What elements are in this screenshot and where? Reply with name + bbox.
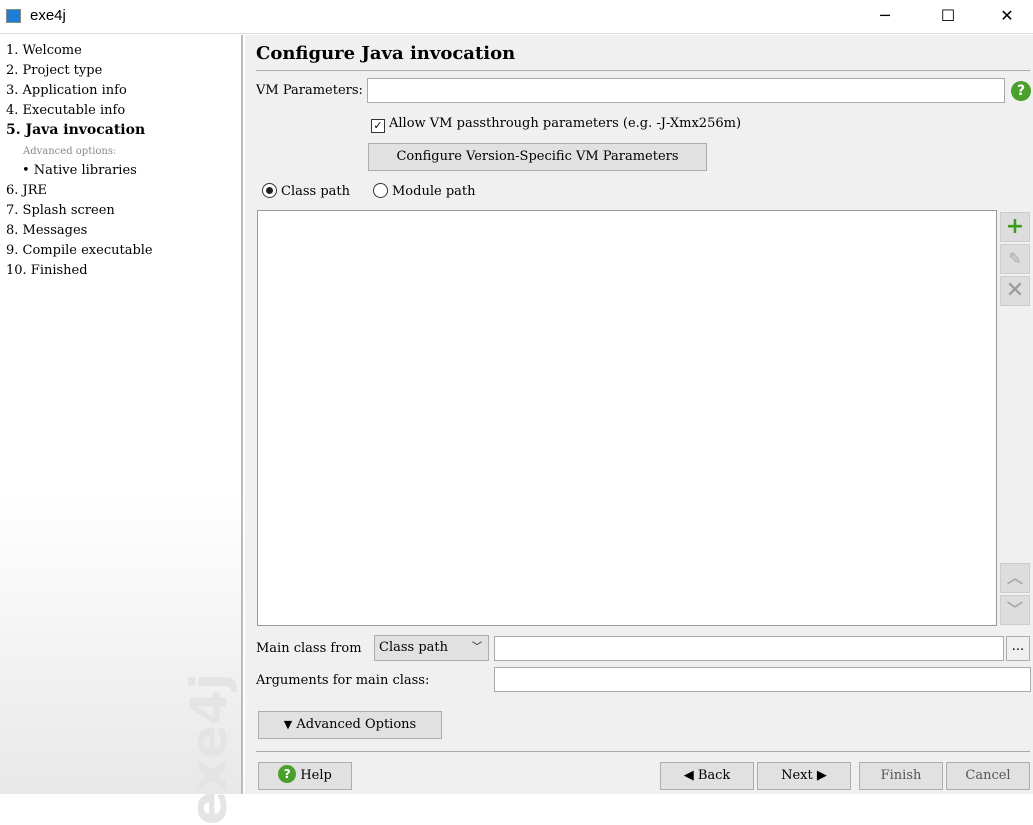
class-path-list[interactable] (257, 210, 997, 626)
browse-button[interactable]: ... (1006, 636, 1030, 661)
step-native-libraries[interactable]: • Native libraries (22, 163, 137, 178)
app-icon (6, 9, 21, 23)
chevron-down-icon: ﹀ (472, 642, 482, 653)
divider (256, 70, 1030, 71)
allow-passthrough-checkbox[interactable]: ✓ Allow VM passthrough parameters (e.g. -… (371, 116, 741, 133)
advanced-options-label: Advanced Options (296, 717, 417, 732)
move-up-icon[interactable]: ︿ (1000, 563, 1030, 593)
help-icon: ? (278, 765, 297, 783)
vm-parameters-label: VM Parameters: (256, 83, 363, 98)
next-button[interactable]: Next ▶ (757, 762, 851, 790)
help-button[interactable]: ? Help (258, 762, 352, 790)
maximize-button[interactable]: ☐ (933, 4, 963, 28)
step-java-invocation[interactable]: 5. Java invocation (6, 122, 145, 138)
help-label: Help (300, 768, 332, 783)
help-icon[interactable]: ? (1011, 81, 1031, 101)
back-label: Back (697, 768, 731, 783)
main-class-from-label: Main class from (256, 641, 362, 656)
vm-parameters-input[interactable] (367, 78, 1005, 103)
step-application-info[interactable]: 3. Application info (6, 83, 127, 98)
finish-button[interactable]: Finish (859, 762, 943, 790)
main-class-input[interactable] (494, 636, 1004, 661)
main-class-from-select[interactable]: Class path ﹀ (374, 635, 489, 661)
remove-icon[interactable]: ✕ (1000, 276, 1030, 306)
class-path-label: Class path (281, 184, 350, 199)
step-executable-info[interactable]: 4. Executable info (6, 103, 125, 118)
class-path-radio[interactable]: Class path (262, 183, 350, 199)
back-button[interactable]: ◀ Back (660, 762, 754, 790)
close-button[interactable]: ✕ (992, 4, 1022, 28)
checkbox-icon[interactable]: ✓ (371, 119, 385, 133)
page-title: Configure Java invocation (256, 43, 516, 64)
arguments-input[interactable] (494, 667, 1031, 692)
allow-passthrough-label: Allow VM passthrough parameters (e.g. -J… (389, 116, 742, 131)
triangle-left-icon: ◀ (683, 768, 694, 783)
main-panel: Configure Java invocation VM Parameters:… (245, 35, 1033, 794)
cancel-button[interactable]: Cancel (946, 762, 1030, 790)
triangle-down-icon: ▼ (283, 718, 293, 731)
step-compile-executable[interactable]: 9. Compile executable (6, 243, 153, 258)
step-jre[interactable]: 6. JRE (6, 183, 47, 198)
step-messages[interactable]: 8. Messages (6, 223, 87, 238)
step-splash-screen[interactable]: 7. Splash screen (6, 203, 115, 218)
radio-icon[interactable] (262, 183, 277, 198)
edit-icon[interactable]: ✎ (1000, 244, 1030, 274)
move-down-icon[interactable]: ﹀ (1000, 595, 1030, 625)
wizard-steps-sidebar: 1. Welcome 2. Project type 3. Applicatio… (0, 35, 243, 825)
step-finished[interactable]: 10. Finished (6, 263, 88, 278)
advanced-options-label: Advanced options: (23, 146, 117, 157)
arguments-label: Arguments for main class: (256, 673, 430, 688)
next-label: Next (781, 768, 813, 783)
advanced-options-button[interactable]: ▼ Advanced Options (258, 711, 442, 739)
exe4j-logo: exe4j (180, 672, 238, 825)
module-path-radio[interactable]: Module path (373, 183, 475, 199)
step-project-type[interactable]: 2. Project type (6, 63, 102, 78)
configure-version-specific-button[interactable]: Configure Version-Specific VM Parameters (368, 143, 707, 171)
divider (256, 751, 1030, 752)
radio-icon[interactable] (373, 183, 388, 198)
main-class-from-value: Class path (379, 640, 448, 655)
add-icon[interactable]: + (1000, 212, 1030, 242)
module-path-label: Module path (392, 184, 476, 199)
step-welcome[interactable]: 1. Welcome (6, 43, 82, 58)
triangle-right-icon: ▶ (816, 768, 827, 783)
window-title: exe4j (30, 7, 66, 24)
minimize-button[interactable]: ─ (870, 4, 900, 28)
title-bar: exe4j ─ ☐ ✕ (0, 0, 1033, 34)
